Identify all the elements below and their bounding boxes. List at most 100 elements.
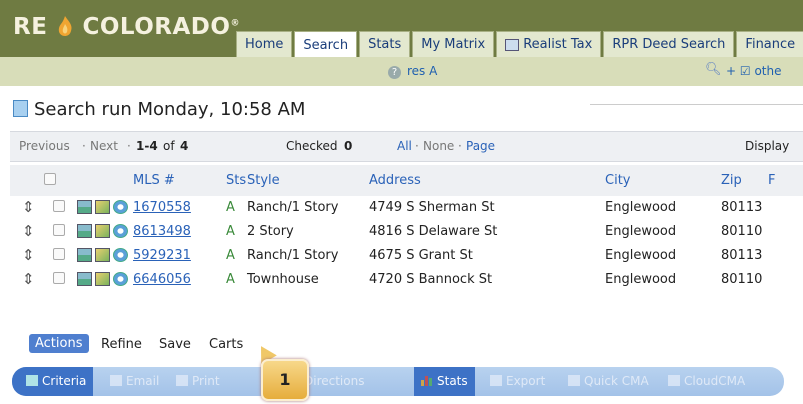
col-address[interactable]: Address: [369, 165, 605, 196]
select-page-link[interactable]: Page: [466, 139, 495, 153]
table-row[interactable]: ⇕ 1670558 A Ranch/1 Story 4749 S Sherman…: [10, 196, 803, 220]
row-checkbox[interactable]: [53, 199, 65, 212]
tab-realist-tax[interactable]: Realist Tax: [496, 31, 602, 57]
quick-cma-button[interactable]: Quick CMA: [568, 367, 649, 396]
map-icon[interactable]: [95, 199, 110, 214]
virtual-tour-icon[interactable]: [113, 223, 128, 238]
reorder-icon[interactable]: ⇕: [22, 223, 35, 238]
photo-icon[interactable]: [77, 223, 92, 238]
mls-link[interactable]: 8613498: [133, 224, 191, 239]
divider: [590, 104, 803, 105]
tab-carts[interactable]: Carts: [209, 337, 243, 352]
table-row[interactable]: ⇕ 6646056 A Townhouse 4720 S Bannock St …: [10, 267, 803, 292]
tab-rpr-deed-search[interactable]: RPR Deed Search: [603, 31, 735, 57]
city-cell: Englewood: [605, 243, 721, 268]
virtual-tour-icon[interactable]: [113, 199, 128, 214]
tab-my-matrix[interactable]: My Matrix: [412, 31, 495, 57]
status-cell: A: [226, 243, 247, 268]
photo-icon[interactable]: [77, 271, 92, 286]
reorder-icon[interactable]: ⇕: [22, 199, 35, 214]
search-icon: [26, 375, 38, 386]
table-row[interactable]: ⇕ 8613498 A 2 Story 4816 S Delaware St E…: [10, 219, 803, 244]
status-cell: A: [226, 219, 247, 244]
print-button[interactable]: Print: [176, 367, 220, 396]
zip-cell: 80113: [721, 243, 768, 268]
photo-icon[interactable]: [77, 247, 92, 262]
action-toolbar: Criteria Email Print A Directions Stats …: [12, 367, 784, 396]
city-cell: Englewood: [605, 219, 721, 244]
cloudcma-button[interactable]: CloudCMA: [668, 367, 745, 396]
main-tabs: Home Search Stats My Matrix Realist Tax …: [236, 31, 803, 58]
mls-link[interactable]: 5929231: [133, 248, 191, 263]
search-icon[interactable]: 🔍︎: [705, 62, 722, 77]
map-icon[interactable]: [95, 223, 110, 238]
tab-refine[interactable]: Refine: [101, 337, 142, 352]
style-cell: Ranch/1 Story: [247, 243, 369, 268]
mls-link[interactable]: 1670558: [133, 200, 191, 215]
reorder-icon[interactable]: ⇕: [22, 271, 35, 286]
col-zip[interactable]: Zip: [721, 165, 768, 196]
map-icon[interactable]: [95, 247, 110, 262]
tab-search[interactable]: Search: [294, 31, 358, 58]
next-link[interactable]: Next: [90, 139, 118, 153]
result-range: 1-4: [136, 139, 158, 153]
previous-link[interactable]: Previous: [19, 139, 70, 153]
select-all-link[interactable]: All: [397, 139, 412, 153]
select-none-link[interactable]: None: [423, 139, 454, 153]
virtual-tour-icon[interactable]: [113, 247, 128, 262]
row-checkbox[interactable]: [53, 271, 65, 284]
zip-cell: 80110: [721, 267, 768, 292]
col-mls[interactable]: MLS #: [133, 165, 226, 196]
flame-icon: [56, 15, 74, 37]
tab-actions[interactable]: Actions: [29, 334, 89, 353]
checked-count: 0: [344, 139, 353, 153]
col-style[interactable]: Style: [247, 165, 369, 196]
reorder-icon[interactable]: ⇕: [22, 247, 35, 262]
row-checkbox[interactable]: [53, 247, 65, 260]
email-button[interactable]: Email: [110, 367, 159, 396]
app-header: RE COLORADO® Home Search Stats My Matrix…: [0, 0, 803, 58]
address-cell: 4816 S Delaware St: [369, 219, 605, 244]
document-icon: [13, 100, 28, 117]
zip-cell: 80113: [721, 196, 768, 220]
virtual-tour-icon[interactable]: [113, 271, 128, 286]
step-callout: 1: [261, 359, 309, 401]
window-icon: [505, 38, 520, 51]
select-all-checkbox[interactable]: [44, 172, 56, 185]
photo-icon[interactable]: [77, 199, 92, 214]
table-header-row: MLS # Sts Style Address City Zip F: [10, 165, 803, 196]
address-cell: 4675 S Grant St: [369, 243, 605, 268]
recolorado-logo[interactable]: RE COLORADO®: [13, 14, 240, 40]
address-cell: 4749 S Sherman St: [369, 196, 605, 220]
export-button[interactable]: Export: [490, 367, 545, 396]
style-cell: Townhouse: [247, 267, 369, 292]
col-more[interactable]: F: [768, 165, 803, 196]
city-cell: Englewood: [605, 267, 721, 292]
criteria-button[interactable]: Criteria: [12, 367, 94, 396]
help-icon[interactable]: ?: [388, 66, 401, 79]
table-row[interactable]: ⇕ 5929231 A Ranch/1 Story 4675 S Grant S…: [10, 243, 803, 268]
mls-link[interactable]: 6646056: [133, 272, 191, 287]
status-cell: A: [226, 267, 247, 292]
email-icon: [110, 375, 122, 386]
page-title: Search run Monday, 10:58 AM: [13, 99, 305, 120]
export-icon: [490, 375, 502, 386]
other-options[interactable]: + ☑ othe: [726, 64, 781, 78]
zip-cell: 80110: [721, 219, 768, 244]
tab-home[interactable]: Home: [236, 31, 293, 57]
result-total: 4: [180, 139, 189, 153]
tab-save[interactable]: Save: [159, 337, 191, 352]
stats-button[interactable]: Stats: [414, 367, 475, 396]
map-icon[interactable]: [95, 271, 110, 286]
tab-stats[interactable]: Stats: [359, 31, 411, 57]
col-city[interactable]: City: [605, 165, 721, 196]
col-sts[interactable]: Sts: [226, 165, 247, 196]
bar-chart-icon: [421, 368, 433, 386]
quick-search[interactable]: ? res A: [388, 64, 437, 79]
style-cell: 2 Story: [247, 219, 369, 244]
city-cell: Englewood: [605, 196, 721, 220]
results-navbar: Previous · Next · 1-4 of 4 Checked 0 All…: [10, 131, 803, 162]
row-checkbox[interactable]: [53, 223, 65, 236]
tab-finance[interactable]: Finance: [736, 31, 803, 57]
style-cell: Ranch/1 Story: [247, 196, 369, 220]
